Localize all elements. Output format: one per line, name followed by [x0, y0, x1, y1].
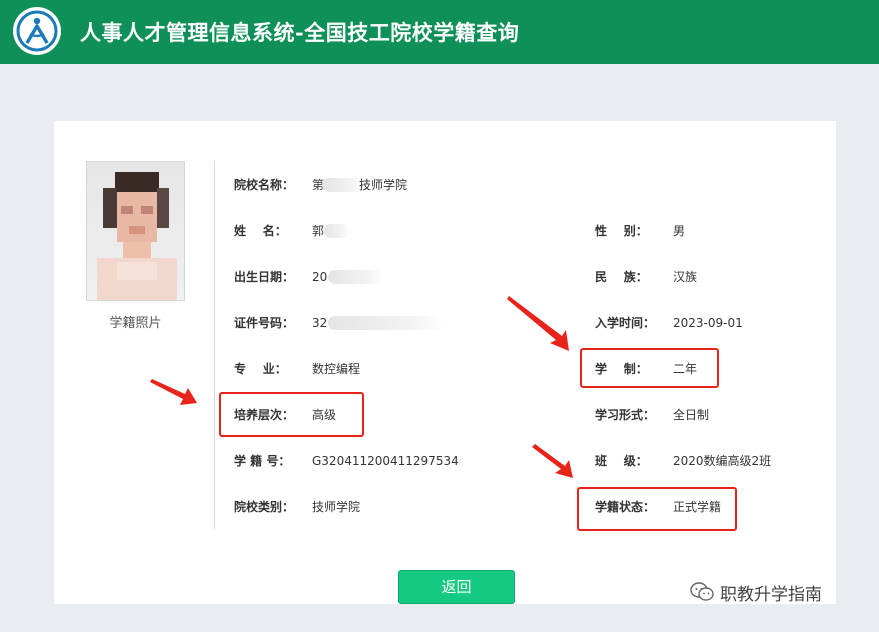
app-header: 人事人才管理信息系统-全国技工院校学籍查询	[0, 0, 879, 64]
wechat-icon	[690, 582, 714, 601]
annotation-arrows	[150, 296, 573, 478]
student-record-panel: 学籍照片 院校名称： 第 技师学院 姓 名： 郭 性 别： 男 出生日期： 20…	[54, 121, 836, 604]
watermark-text: 职教升学指南	[720, 584, 822, 605]
logo-icon	[15, 9, 59, 53]
logo	[13, 7, 61, 55]
arrow-icon	[532, 444, 573, 478]
watermark: 职教升学指南	[690, 580, 822, 605]
arrow-icon	[507, 296, 569, 351]
arrow-icon	[150, 379, 197, 405]
back-button[interactable]: 返回	[398, 570, 515, 604]
page-title: 人事人才管理信息系统-全国技工院校学籍查询	[80, 20, 520, 45]
